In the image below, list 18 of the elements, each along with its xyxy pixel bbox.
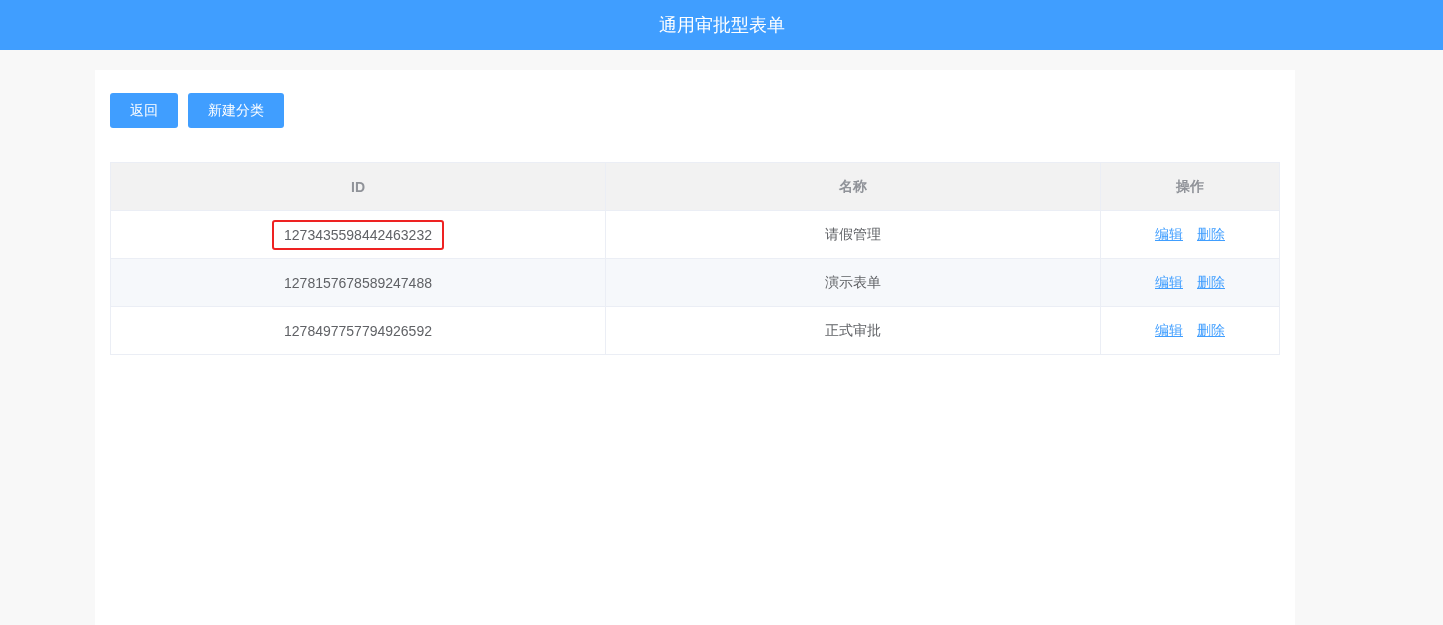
table-cell: 请假管理 — [825, 225, 881, 242]
edit-link[interactable]: 编辑 — [1155, 273, 1183, 290]
table-cell: 正式审批 — [825, 321, 881, 338]
column-header: ID — [351, 178, 365, 195]
edit-link[interactable]: 编辑 — [1155, 225, 1183, 242]
edit-link[interactable]: 编辑 — [1155, 321, 1183, 338]
table-cell: 1273435598442463232 — [272, 219, 444, 250]
table-cell-text: 1278497757794926592 — [283, 321, 433, 341]
table-cell: 演示表单 — [825, 273, 881, 290]
page-title: 通用审批型表单 — [658, 14, 785, 37]
column-header: 名称 — [839, 177, 867, 194]
delete-link[interactable]: 删除 — [1197, 273, 1225, 290]
delete-link[interactable]: 删除 — [1197, 321, 1225, 338]
table-cell-text: 1278157678589247488 — [283, 273, 433, 293]
column-header: 操作 — [1176, 177, 1204, 194]
delete-link[interactable]: 删除 — [1197, 225, 1225, 242]
new-category-button[interactable]: 新建分类 — [188, 93, 284, 128]
back-button[interactable]: 返回 — [110, 93, 178, 128]
